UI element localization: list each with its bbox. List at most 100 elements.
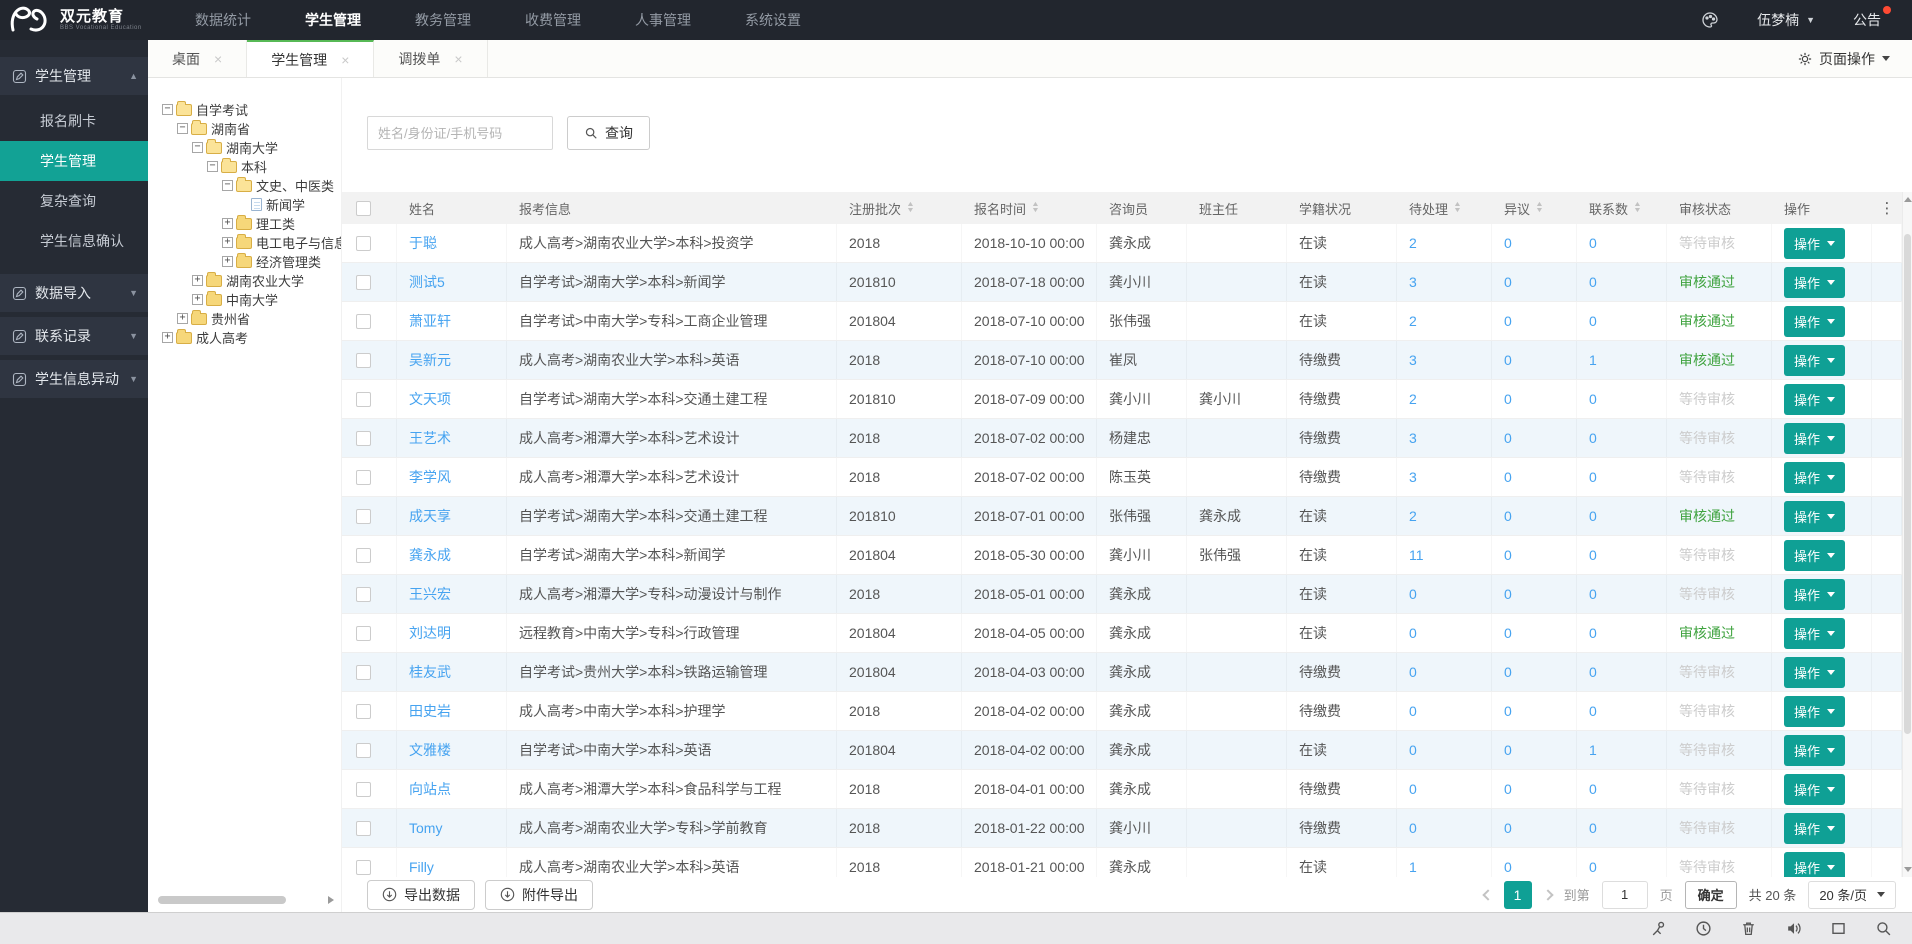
action-button[interactable]: 操作 xyxy=(1784,540,1845,571)
contact-count-link[interactable]: 0 xyxy=(1589,625,1597,641)
tab[interactable]: 学生管理× xyxy=(247,40,374,77)
student-name-link[interactable]: 文天项 xyxy=(409,389,451,409)
pending-count-link[interactable]: 0 xyxy=(1409,586,1417,602)
objection-count-link[interactable]: 0 xyxy=(1504,547,1512,563)
pending-count-link[interactable]: 0 xyxy=(1409,703,1417,719)
tree-hscrollbar-right-arrow-icon[interactable] xyxy=(328,896,334,904)
page-number-1[interactable]: 1 xyxy=(1504,881,1532,909)
tree-node[interactable]: 新闻学 xyxy=(158,195,341,214)
student-name-link[interactable]: 成天享 xyxy=(409,506,451,526)
tab[interactable]: 桌面× xyxy=(148,40,247,77)
action-button[interactable]: 操作 xyxy=(1784,696,1845,727)
pending-count-link[interactable]: 0 xyxy=(1409,625,1417,641)
action-button[interactable]: 操作 xyxy=(1784,852,1845,878)
student-name-link[interactable]: 桂友武 xyxy=(409,662,451,682)
user-menu[interactable]: 伍梦楠 ▼ xyxy=(1757,10,1815,30)
objection-count-link[interactable]: 0 xyxy=(1504,820,1512,836)
action-button[interactable]: 操作 xyxy=(1784,345,1845,376)
student-name-link[interactable]: 测试5 xyxy=(409,272,445,292)
expand-toggle-icon[interactable]: + xyxy=(192,294,203,305)
trash-icon[interactable] xyxy=(1740,920,1757,937)
app-logo[interactable]: 双元教育 BBS Vocational Education xyxy=(0,1,168,40)
nav-menu-item[interactable]: 学生管理 xyxy=(278,0,388,40)
close-icon[interactable]: × xyxy=(214,52,222,66)
volume-icon[interactable] xyxy=(1785,920,1802,937)
tree-node[interactable]: +中南大学 xyxy=(158,290,341,309)
tree-node[interactable]: −湖南大学 xyxy=(158,138,341,157)
contact-count-link[interactable]: 0 xyxy=(1589,235,1597,251)
close-icon[interactable]: × xyxy=(454,52,462,66)
contact-count-link[interactable]: 0 xyxy=(1589,586,1597,602)
page-actions-button[interactable]: 页面操作 xyxy=(1776,40,1912,77)
row-checkbox[interactable] xyxy=(356,665,371,680)
expand-toggle-icon[interactable]: + xyxy=(177,313,188,324)
contact-count-link[interactable]: 0 xyxy=(1589,469,1597,485)
objection-count-link[interactable]: 0 xyxy=(1504,430,1512,446)
contact-count-link[interactable]: 0 xyxy=(1589,547,1597,563)
student-name-link[interactable]: Filly xyxy=(409,859,434,875)
sidebar-group-header[interactable]: 学生信息异动▼ xyxy=(0,360,148,398)
student-name-link[interactable]: 文雅楼 xyxy=(409,740,451,760)
objection-count-link[interactable]: 0 xyxy=(1504,235,1512,251)
student-name-link[interactable]: 于聪 xyxy=(409,233,437,253)
tree-node[interactable]: −湖南省 xyxy=(158,119,341,138)
prev-page-icon[interactable] xyxy=(1482,889,1493,900)
action-button[interactable]: 操作 xyxy=(1784,618,1845,649)
pending-count-link[interactable]: 3 xyxy=(1409,352,1417,368)
action-button[interactable]: 操作 xyxy=(1784,657,1845,688)
objection-count-link[interactable]: 0 xyxy=(1504,625,1512,641)
objection-count-link[interactable]: 0 xyxy=(1504,391,1512,407)
action-button[interactable]: 操作 xyxy=(1784,462,1845,493)
objection-count-link[interactable]: 0 xyxy=(1504,703,1512,719)
tree-node[interactable]: +成人高考 xyxy=(158,328,341,347)
window-icon[interactable] xyxy=(1830,920,1847,937)
row-checkbox[interactable] xyxy=(356,275,371,290)
row-checkbox[interactable] xyxy=(356,470,371,485)
pending-count-link[interactable]: 0 xyxy=(1409,820,1417,836)
tree-node[interactable]: −自学考试 xyxy=(158,100,341,119)
row-checkbox[interactable] xyxy=(356,236,371,251)
collapse-toggle-icon[interactable]: − xyxy=(207,161,218,172)
student-name-link[interactable]: 田史岩 xyxy=(409,701,451,721)
objection-count-link[interactable]: 0 xyxy=(1504,586,1512,602)
pending-count-link[interactable]: 2 xyxy=(1409,391,1417,407)
row-checkbox[interactable] xyxy=(356,353,371,368)
sort-icon[interactable]: ▲▼ xyxy=(1032,202,1039,214)
objection-count-link[interactable]: 0 xyxy=(1504,352,1512,368)
contact-count-link[interactable]: 0 xyxy=(1589,664,1597,680)
contact-count-link[interactable]: 0 xyxy=(1589,313,1597,329)
contact-count-link[interactable]: 1 xyxy=(1589,352,1597,368)
nav-menu-item[interactable]: 系统设置 xyxy=(718,0,828,40)
row-checkbox[interactable] xyxy=(356,392,371,407)
page-size-select[interactable]: 20 条/页 xyxy=(1808,881,1896,909)
contact-count-link[interactable]: 0 xyxy=(1589,781,1597,797)
nav-menu-item[interactable]: 人事管理 xyxy=(608,0,718,40)
student-name-link[interactable]: 吴新元 xyxy=(409,350,451,370)
row-checkbox[interactable] xyxy=(356,509,371,524)
tree-node[interactable]: +经济管理类 xyxy=(158,252,341,271)
sort-icon[interactable]: ▲▼ xyxy=(907,202,914,214)
pending-count-link[interactable]: 2 xyxy=(1409,508,1417,524)
row-checkbox[interactable] xyxy=(356,821,371,836)
row-checkbox[interactable] xyxy=(356,782,371,797)
collapse-toggle-icon[interactable]: − xyxy=(162,104,173,115)
tree-hscrollbar-thumb[interactable] xyxy=(158,896,286,904)
contact-count-link[interactable]: 0 xyxy=(1589,391,1597,407)
tree-node[interactable]: −本科 xyxy=(158,157,341,176)
nav-menu-item[interactable]: 收费管理 xyxy=(498,0,608,40)
objection-count-link[interactable]: 0 xyxy=(1504,313,1512,329)
action-button[interactable]: 操作 xyxy=(1784,306,1845,337)
contact-count-link[interactable]: 0 xyxy=(1589,430,1597,446)
expand-toggle-icon[interactable]: + xyxy=(222,256,233,267)
sidebar-item[interactable]: 报名刷卡 xyxy=(0,101,148,141)
objection-count-link[interactable]: 0 xyxy=(1504,469,1512,485)
sort-icon[interactable]: ▲▼ xyxy=(1536,202,1543,214)
pending-count-link[interactable]: 0 xyxy=(1409,664,1417,680)
action-button[interactable]: 操作 xyxy=(1784,384,1845,415)
objection-count-link[interactable]: 0 xyxy=(1504,664,1512,680)
contact-count-link[interactable]: 0 xyxy=(1589,820,1597,836)
expand-toggle-icon[interactable]: + xyxy=(192,275,203,286)
column-settings-icon[interactable]: ⋮ xyxy=(1872,192,1902,224)
scroll-down-icon[interactable] xyxy=(1904,867,1912,872)
expand-toggle-icon[interactable]: + xyxy=(222,218,233,229)
